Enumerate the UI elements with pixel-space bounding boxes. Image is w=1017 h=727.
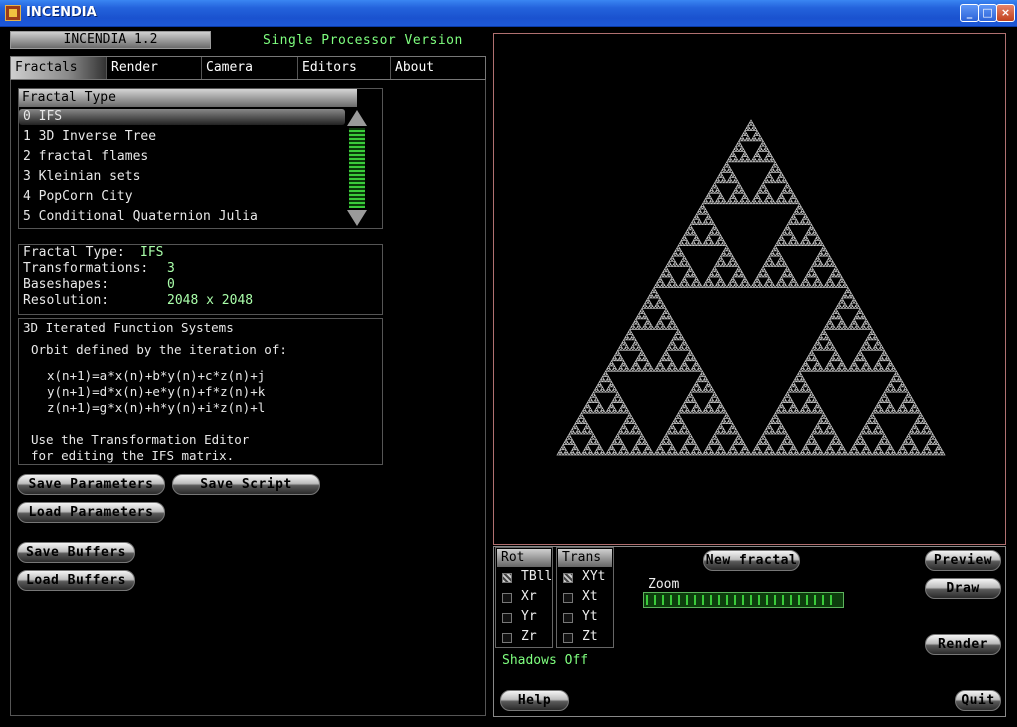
list-item[interactable]: 3 Kleinian sets bbox=[23, 169, 140, 184]
equation-z: z(n+1)=g*x(n)+h*y(n)+i*z(n)+l bbox=[47, 400, 266, 415]
baseshapes-value: 0 bbox=[167, 277, 175, 292]
trans-label-xt: Xt bbox=[582, 589, 598, 604]
list-item[interactable]: 4 PopCorn City bbox=[23, 189, 133, 204]
save-parameters-button[interactable]: Save Parameters bbox=[17, 474, 165, 495]
rot-checkbox-zr[interactable] bbox=[502, 633, 512, 643]
tab-render[interactable]: Render bbox=[107, 57, 202, 79]
tab-editors[interactable]: Editors bbox=[298, 57, 391, 79]
rot-label-xr: Xr bbox=[521, 589, 537, 604]
help-button[interactable]: Help bbox=[500, 690, 569, 711]
resolution-label: Resolution: bbox=[23, 293, 110, 308]
list-item[interactable]: 2 fractal flames bbox=[23, 149, 148, 164]
rot-checkbox-yr[interactable] bbox=[502, 613, 512, 623]
list-item[interactable]: 0 IFS bbox=[23, 109, 62, 124]
preview-button[interactable]: Preview bbox=[925, 550, 1001, 571]
rot-label-yr: Yr bbox=[521, 609, 537, 624]
load-buffers-button[interactable]: Load Buffers bbox=[17, 570, 135, 591]
save-buffers-button[interactable]: Save Buffers bbox=[17, 542, 135, 563]
fractal-type-header: Fractal Type bbox=[19, 89, 357, 107]
new-fractal-button[interactable]: New fractal bbox=[703, 550, 800, 571]
rot-label-zr: Zr bbox=[521, 629, 537, 644]
zoom-slider-fill bbox=[646, 595, 835, 605]
description-note: Use the Transformation Editor bbox=[31, 432, 250, 447]
minimize-button[interactable]: _ bbox=[960, 4, 979, 22]
rot-header: Rot bbox=[497, 549, 551, 567]
rot-checkbox-xr[interactable] bbox=[502, 593, 512, 603]
window-title: INCENDIA bbox=[26, 5, 97, 20]
transformations-label: Transformations: bbox=[23, 261, 149, 276]
trans-label-xyt: XYt bbox=[582, 569, 606, 584]
sierpinski-triangle-path bbox=[556, 119, 946, 456]
quit-button[interactable]: Quit bbox=[955, 690, 1001, 711]
scroll-down-arrow-icon[interactable] bbox=[347, 210, 367, 226]
tab-bar: Fractals Render Camera Editors About bbox=[10, 56, 486, 80]
trans-header: Trans bbox=[558, 549, 612, 567]
selected-item-highlight bbox=[19, 109, 345, 125]
rot-checkbox-tbll[interactable] bbox=[502, 573, 512, 583]
render-button[interactable]: Render bbox=[925, 634, 1001, 655]
tab-fractals[interactable]: Fractals bbox=[11, 57, 107, 79]
tab-camera[interactable]: Camera bbox=[202, 57, 298, 79]
sierpinski-fractal-image bbox=[556, 119, 946, 456]
fractal-type-value: IFS bbox=[140, 245, 164, 260]
incendia-window: INCENDIA _ □ × INCENDIA 1.2 Single Proce… bbox=[0, 0, 1017, 727]
description-intro: Orbit defined by the iteration of: bbox=[31, 342, 287, 357]
baseshapes-label: Baseshapes: bbox=[23, 277, 110, 292]
version-label: INCENDIA 1.2 bbox=[10, 31, 211, 49]
app-icon bbox=[5, 5, 21, 21]
trans-checkbox-xyt[interactable] bbox=[563, 573, 573, 583]
maximize-button[interactable]: □ bbox=[978, 4, 997, 22]
list-item[interactable]: 1 3D Inverse Tree bbox=[23, 129, 156, 144]
equation-y: y(n+1)=d*x(n)+e*y(n)+f*z(n)+k bbox=[47, 384, 266, 399]
rot-label-tbll: TBll bbox=[521, 569, 553, 584]
trans-label-yt: Yt bbox=[582, 609, 598, 624]
list-scrollbar[interactable] bbox=[346, 110, 368, 228]
resolution-value: 2048 x 2048 bbox=[167, 293, 254, 308]
title-bar[interactable]: INCENDIA _ □ × bbox=[0, 0, 1017, 27]
description-note: for editing the IFS matrix. bbox=[31, 448, 235, 463]
render-viewport[interactable] bbox=[493, 33, 1006, 545]
description-title: 3D Iterated Function Systems bbox=[23, 320, 234, 335]
save-script-button[interactable]: Save Script bbox=[172, 474, 320, 495]
load-parameters-button[interactable]: Load Parameters bbox=[17, 502, 165, 523]
draw-button[interactable]: Draw bbox=[925, 578, 1001, 599]
equation-x: x(n+1)=a*x(n)+b*y(n)+c*z(n)+j bbox=[47, 368, 266, 383]
tab-about[interactable]: About bbox=[391, 57, 485, 79]
zoom-slider[interactable] bbox=[643, 592, 844, 608]
shadows-toggle[interactable]: Shadows Off bbox=[502, 653, 588, 668]
trans-label-zt: Zt bbox=[582, 629, 598, 644]
list-item[interactable]: 5 Conditional Quaternion Julia bbox=[23, 209, 258, 224]
close-button[interactable]: × bbox=[996, 4, 1015, 22]
fractal-type-label: Fractal Type: bbox=[23, 245, 125, 260]
trans-checkbox-xt[interactable] bbox=[563, 593, 573, 603]
trans-checkbox-yt[interactable] bbox=[563, 613, 573, 623]
processor-mode: Single Processor Version bbox=[263, 33, 463, 48]
scroll-thumb[interactable] bbox=[349, 128, 365, 208]
transformations-value: 3 bbox=[167, 261, 175, 276]
zoom-label: Zoom bbox=[648, 577, 680, 592]
scroll-up-arrow-icon[interactable] bbox=[347, 110, 367, 126]
trans-checkbox-zt[interactable] bbox=[563, 633, 573, 643]
